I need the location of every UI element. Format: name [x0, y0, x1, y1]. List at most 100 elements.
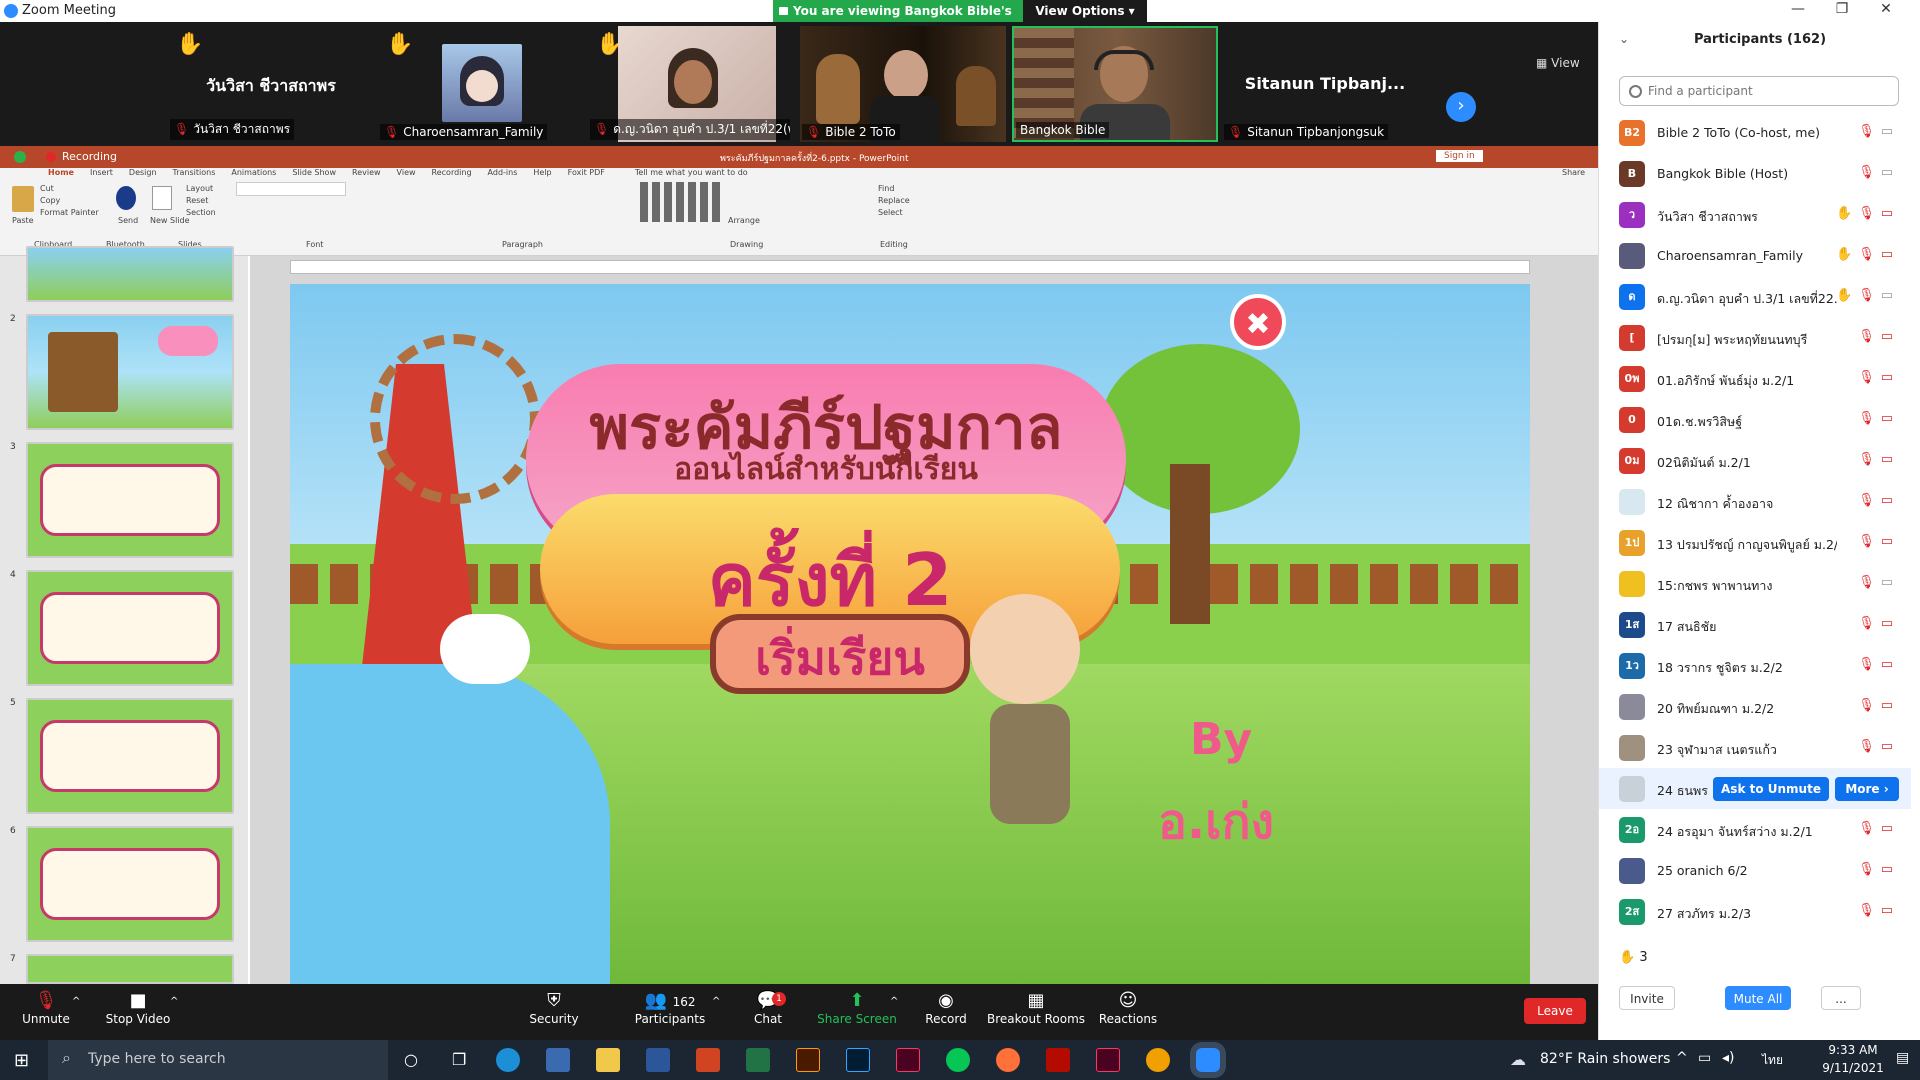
more-options-button[interactable]: ... — [1821, 986, 1861, 1010]
participant-row[interactable]: 1ว 18 วรากร ชูจิตร ม.2/2 🎙▭ — [1599, 645, 1911, 686]
participant-row[interactable]: 12 ณิชากา ค้ำองอาจ 🎙▭ — [1599, 481, 1911, 522]
view-options-button[interactable]: View Options ▾ — [1023, 0, 1147, 22]
video-tile[interactable]: Sitanun Tipbanj... 🎙 Sitanun Tipbanjongsu… — [1222, 26, 1428, 142]
video-options-caret[interactable]: ^ — [170, 996, 178, 1007]
select-button[interactable]: Select — [878, 208, 903, 217]
replace-button[interactable]: Replace — [878, 196, 910, 205]
reset-button[interactable]: Reset — [186, 196, 208, 205]
file-explorer-icon[interactable] — [596, 1048, 620, 1072]
photoshop-icon[interactable] — [846, 1048, 870, 1072]
task-view-icon[interactable]: ❐ — [452, 1050, 466, 1069]
shapes-gallery[interactable] — [640, 182, 720, 222]
tray-network-icon[interactable]: ▭ — [1698, 1050, 1711, 1066]
participant-row[interactable]: 24 ธนพร Ask to Unmute More › — [1599, 768, 1911, 809]
cut-button[interactable]: Cut — [40, 184, 54, 193]
slide-thumbnail[interactable] — [26, 698, 234, 814]
sign-in-button[interactable]: Sign in — [1436, 150, 1483, 162]
indesign-2-icon[interactable] — [1096, 1048, 1120, 1072]
ppt-tab[interactable]: Help — [533, 168, 551, 182]
record-button[interactable]: ◉ Record — [906, 990, 986, 1026]
invite-button[interactable]: Invite — [1619, 986, 1675, 1010]
weather-text[interactable]: 82°F Rain showers — [1540, 1051, 1670, 1067]
participant-row[interactable]: B2 Bible 2 ToTo (Co-host, me) 🎙▭ — [1599, 112, 1911, 153]
illustrator-icon[interactable] — [796, 1048, 820, 1072]
slide-thumbnail[interactable] — [26, 246, 234, 302]
windows-start-icon[interactable]: ⊞ — [14, 1050, 29, 1071]
participant-row[interactable]: Charoensamran_Family ✋🎙▭ — [1599, 235, 1911, 276]
mute-all-button[interactable]: Mute All — [1725, 986, 1791, 1010]
clock-date[interactable]: 9/11/2021 — [1818, 1061, 1888, 1075]
participant-row[interactable]: 0ม 02นิติมันต์ ม.2/1 🎙▭ — [1599, 440, 1911, 481]
participants-button[interactable]: 👥 162 Participants — [620, 990, 720, 1026]
participant-row[interactable]: [[ปรมกุ[ม] พระหฤทัยนนทบุรี 🎙▭ — [1599, 317, 1911, 358]
ppt-tab[interactable]: Recording — [432, 168, 472, 182]
participant-row[interactable]: ว วันวิสา ชีวาสถาพร ✋🎙▭ — [1599, 194, 1911, 235]
participant-row[interactable]: 1ส 17 สนธิชัย 🎙▭ — [1599, 604, 1911, 645]
share-screen-button[interactable]: ⬆ Share Screen — [816, 990, 898, 1026]
calculator-icon[interactable] — [546, 1048, 570, 1072]
participant-row[interactable]: 15:กชพร พาพานทาง 🎙▭ — [1599, 563, 1911, 604]
video-tile[interactable]: ✋ 🎙 Charoensamran_Family — [378, 26, 584, 142]
current-slide[interactable]: พระคัมภีร์ปฐมกาล ออนไลน์สำหรับนักเรียน ค… — [290, 284, 1530, 984]
slide-thumbnail[interactable] — [26, 826, 234, 942]
slide-thumbnail[interactable] — [26, 442, 234, 558]
word-icon[interactable] — [646, 1048, 670, 1072]
ppt-tab[interactable]: Foxit PDF — [568, 168, 605, 182]
ppt-share-button[interactable]: Share — [1562, 168, 1585, 177]
acrobat-icon[interactable] — [1046, 1048, 1070, 1072]
slide-thumbnail[interactable] — [26, 314, 234, 430]
firefox-icon[interactable] — [996, 1048, 1020, 1072]
copy-button[interactable]: Copy — [40, 196, 60, 205]
reactions-button[interactable]: ☺ Reactions — [1088, 990, 1168, 1026]
participant-row[interactable]: 23 จุฬามาส เนตรแก้ว 🎙▭ — [1599, 727, 1911, 768]
tray-volume-icon[interactable]: ◂) — [1722, 1050, 1735, 1066]
slide-thumbnails[interactable]: 2 3 4 5 6 7 — [0, 246, 248, 984]
bluetooth-icon[interactable] — [116, 186, 136, 210]
next-page-button[interactable]: › — [1446, 92, 1476, 122]
ppt-tab[interactable]: Insert — [90, 168, 113, 182]
participant-row[interactable]: 1ป 13 ปรมปรัชญ์ กาญจนพิบูลย์ ม.2/1 🎙▭ — [1599, 522, 1911, 563]
participant-row[interactable]: 2อ 24 อรอุมา จันทร์สว่าง ม.2/1 🎙▭ — [1599, 809, 1911, 850]
slide-canvas[interactable]: พระคัมภีร์ปฐมกาล ออนไลน์สำหรับนักเรียน ค… — [250, 256, 1598, 984]
close-icon[interactable]: ✕ — [1866, 1, 1906, 17]
participant-row[interactable]: 2ส 27 สวภัทร ม.2/3 🎙▭ — [1599, 891, 1911, 932]
view-button[interactable]: ▦ View — [1536, 56, 1580, 70]
ppt-tab[interactable]: Review — [352, 168, 381, 182]
edge-icon[interactable] — [496, 1048, 520, 1072]
participant-search-input[interactable]: Find a participant — [1619, 76, 1899, 106]
slide-thumbnail[interactable] — [26, 570, 234, 686]
ask-to-unmute-button[interactable]: Ask to Unmute — [1713, 777, 1829, 801]
ppt-tab[interactable]: Transitions — [173, 168, 216, 182]
notifications-icon[interactable]: ▤ — [1896, 1050, 1909, 1066]
participant-row[interactable]: B Bangkok Bible (Host) 🎙▭ — [1599, 153, 1911, 194]
clock-time[interactable]: 9:33 AM — [1818, 1043, 1888, 1057]
ppt-tab[interactable]: Slide Show — [292, 168, 336, 182]
maximize-icon[interactable]: ❐ — [1822, 1, 1862, 17]
new-slide-icon[interactable] — [152, 186, 172, 210]
leave-button[interactable]: Leave — [1524, 998, 1586, 1024]
tray-chevron-icon[interactable]: ^ — [1676, 1050, 1688, 1066]
taskbar-search-box[interactable]: ⌕ Type here to search — [48, 1040, 388, 1080]
video-tile-active-speaker[interactable]: Bangkok Bible — [1012, 26, 1218, 142]
video-tile[interactable]: ✋ 🎙 ด.ญ.วนิดา อุบคำ ป.3/1 เลขที่22(w... — [588, 26, 794, 142]
security-button[interactable]: ⛨ Security — [514, 990, 594, 1026]
language-indicator[interactable]: ไทย — [1762, 1051, 1783, 1070]
participant-list[interactable]: B2 Bible 2 ToTo (Co-host, me) 🎙▭ B Bangkok B… — [1599, 112, 1911, 942]
share-options-caret[interactable]: ^ — [890, 996, 898, 1007]
minimize-icon[interactable]: — — [1778, 1, 1818, 17]
participant-row[interactable]: ด ด.ญ.วนิดา อุบคำ ป.3/1 เลขที่22... ✋🎙▭ — [1599, 276, 1911, 317]
tell-me-box[interactable]: Tell me what you want to do — [635, 168, 748, 182]
ppt-tab[interactable]: Home — [48, 168, 74, 182]
participant-row[interactable]: 25 oranich 6/2 🎙▭ — [1599, 850, 1911, 891]
layout-button[interactable]: Layout — [186, 184, 213, 193]
font-name-dropdown[interactable] — [236, 182, 346, 196]
chat-button[interactable]: 💬 Chat — [728, 990, 808, 1026]
video-tile[interactable]: ✋ วันวิสา ชีวาสถาพร 🎙 วันวิสา ชีวาสถาพร — [168, 26, 374, 142]
grammarly-icon[interactable] — [1146, 1048, 1170, 1072]
participant-row[interactable]: 20 ทิพย์มณฑา ม.2/2 🎙▭ — [1599, 686, 1911, 727]
excel-icon[interactable] — [746, 1048, 770, 1072]
participants-caret[interactable]: ^ — [712, 996, 720, 1007]
breakout-rooms-button[interactable]: ▦ Breakout Rooms — [986, 990, 1086, 1026]
slide-thumbnail[interactable] — [26, 954, 234, 984]
audio-options-caret[interactable]: ^ — [72, 996, 80, 1007]
